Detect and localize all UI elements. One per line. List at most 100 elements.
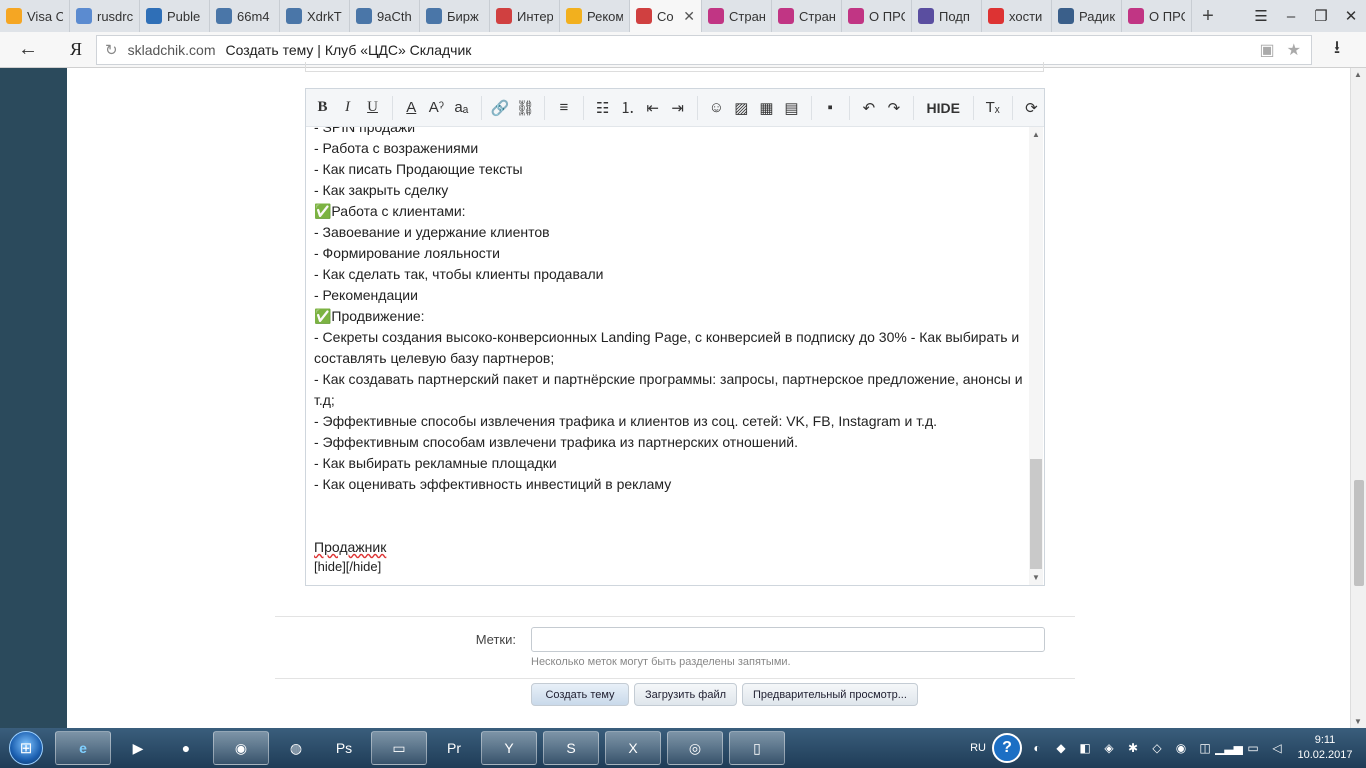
browser-tab[interactable]: Стран [772, 0, 842, 32]
bullet-list-icon[interactable]: ☷ [590, 95, 615, 121]
browser-tab[interactable]: Visa C [0, 0, 70, 32]
numbered-list-icon[interactable]: ⒈ [615, 95, 640, 121]
bold-button[interactable]: B [310, 95, 335, 121]
editor-scrollbar[interactable]: ▲ ▼ [1029, 127, 1043, 585]
media-player-icon[interactable]: ▶ [117, 731, 159, 765]
bluetooth-icon[interactable]: ✱ [1124, 740, 1142, 756]
upload-file-button[interactable]: Загрузить файл [634, 683, 738, 706]
italic-button[interactable]: I [335, 95, 360, 121]
link-icon[interactable]: 🔗 [488, 95, 513, 121]
page-scroll-thumb[interactable] [1354, 480, 1364, 586]
photoshop-icon[interactable]: Ps [323, 731, 365, 765]
explorer-icon[interactable]: ▭ [371, 731, 427, 765]
ie-icon[interactable]: e [55, 731, 111, 765]
menu-icon[interactable]: ☰ [1246, 7, 1276, 25]
create-thread-button[interactable]: Создать тему [531, 683, 629, 706]
browser-tab[interactable]: Бирж [420, 0, 490, 32]
toggle-source-icon[interactable]: ⟳ [1019, 95, 1044, 121]
browser-tab[interactable]: 9aCth [350, 0, 420, 32]
tray-app-icon[interactable]: ◈ [1100, 740, 1118, 756]
close-window-icon[interactable]: ✕ [1336, 7, 1366, 25]
instagram-icon [778, 8, 794, 24]
tray-app-icon[interactable]: ◫ [1196, 740, 1214, 756]
editor-scroll-thumb[interactable] [1030, 459, 1042, 569]
page-scrollbar[interactable]: ▲ ▼ [1350, 68, 1366, 728]
language-indicator[interactable]: RU [970, 742, 986, 754]
unlink-icon[interactable]: ⛓ [513, 95, 538, 121]
browser-tab[interactable]: Стран [702, 0, 772, 32]
save-draft-icon[interactable]: ▪ [818, 95, 843, 121]
scroll-down-arrow-icon[interactable]: ▼ [1032, 573, 1040, 582]
yandex-logo-icon[interactable]: Я [56, 39, 96, 60]
media-icon[interactable]: ▦ [754, 95, 779, 121]
redo-icon[interactable]: ↷ [881, 95, 906, 121]
insert-icon[interactable]: ▤ [779, 95, 804, 121]
skype-icon[interactable]: S [543, 731, 599, 765]
help-icon[interactable]: ? [992, 733, 1022, 763]
minimize-icon[interactable]: – [1276, 8, 1306, 25]
browser-tab[interactable]: Реком [560, 0, 630, 32]
signal-icon[interactable]: ▁▃▅ [1215, 740, 1243, 756]
undo-icon[interactable]: ↶ [856, 95, 881, 121]
tags-input[interactable] [531, 627, 1045, 652]
downloads-icon[interactable]: ⭳ [1312, 35, 1362, 65]
editor-line: - Как сделать так, чтобы клиенты продава… [314, 266, 604, 282]
tray-app-icon[interactable]: ◇ [1148, 740, 1166, 756]
preview-button[interactable]: Предварительный просмотр... [742, 683, 918, 706]
tray-app-icon[interactable]: ◐ [1028, 740, 1046, 756]
browser-tab[interactable]: Puble [140, 0, 210, 32]
back-arrow-icon[interactable]: ← [0, 38, 56, 61]
tray-app-icon[interactable]: ◉ [1172, 740, 1190, 756]
yandex-browser-icon[interactable]: Y [481, 731, 537, 765]
start-button[interactable]: ⊞ [0, 728, 52, 768]
reader-mode-icon[interactable]: ▣ [1260, 40, 1275, 60]
browser-tab[interactable]: О ПРС [842, 0, 912, 32]
indent-icon[interactable]: ⇥ [665, 95, 690, 121]
close-tab-icon[interactable]: ✕ [683, 8, 695, 25]
remove-format-icon[interactable]: Tₓ [980, 95, 1005, 121]
toolbar-separator [385, 95, 393, 120]
volume-icon[interactable]: ◁ [1268, 740, 1286, 756]
text-color-icon[interactable]: A [399, 95, 424, 121]
browser-tab[interactable]: Подп [912, 0, 982, 32]
excel-icon[interactable]: X [605, 731, 661, 765]
scroll-up-arrow-icon[interactable]: ▲ [1032, 130, 1040, 139]
browser-tab[interactable]: Со ✕ [630, 0, 702, 32]
browser-tab[interactable]: 66m4 [210, 0, 280, 32]
tray-app-icon[interactable]: ◆ [1052, 740, 1070, 756]
browser-tab[interactable]: Радик [1052, 0, 1122, 32]
premiere-icon[interactable]: Pr [433, 731, 475, 765]
scroll-up-arrow-icon[interactable]: ▲ [1354, 70, 1362, 79]
tray-app-icon[interactable]: ◧ [1076, 740, 1094, 756]
message-editor[interactable]: B I U A Aˀ aₐ 🔗 ⛓ ≡ ☷ ⒈ ⇤ ⇥ ☺ ▨ ▦ ▤ ▪ ↶ … [305, 88, 1045, 586]
network-app-icon[interactable]: ◎ [667, 731, 723, 765]
hide-button[interactable]: HIDE [920, 95, 966, 121]
image-icon[interactable]: ▨ [729, 95, 754, 121]
smiley-icon[interactable]: ☺ [704, 95, 729, 121]
outdent-icon[interactable]: ⇤ [640, 95, 665, 121]
new-tab-icon[interactable]: + [1192, 5, 1224, 28]
windows-logo-icon: ⊞ [9, 731, 43, 765]
editor-content[interactable]: - SPIN продажи - Работа с возражениями - К… [314, 127, 1029, 583]
maximize-icon[interactable]: ❐ [1306, 7, 1336, 25]
font-family-icon[interactable]: aₐ [449, 95, 474, 121]
align-icon[interactable]: ≡ [551, 95, 576, 121]
browser-tab[interactable]: О ПРС [1122, 0, 1192, 32]
font-size-icon[interactable]: Aˀ [424, 95, 449, 121]
browser-tab[interactable]: XdrkT [280, 0, 350, 32]
app-icon[interactable]: ● [165, 731, 207, 765]
editor-line: - Как писать Продающие тексты [314, 161, 523, 177]
browser-tab[interactable]: rusdrc [70, 0, 140, 32]
url-field[interactable]: ↻ skladchik.com Создать тему | Клуб «ЦДС… [96, 34, 1312, 65]
underline-button[interactable]: U [360, 95, 385, 121]
clock[interactable]: 9:11 10.02.2017 [1292, 733, 1358, 763]
browser-tab[interactable]: Интер [490, 0, 560, 32]
scroll-down-arrow-icon[interactable]: ▼ [1354, 717, 1362, 726]
reload-icon[interactable]: ↻ [105, 41, 118, 59]
browser-tab[interactable]: хости [982, 0, 1052, 32]
camera-app-icon[interactable]: ◉ [213, 731, 269, 765]
bookmark-star-icon[interactable]: ★ [1287, 40, 1301, 60]
battery-icon[interactable]: ▭ [1244, 740, 1262, 756]
notepad-icon[interactable]: ▯ [729, 731, 785, 765]
chrome-icon[interactable]: ◍ [275, 731, 317, 765]
